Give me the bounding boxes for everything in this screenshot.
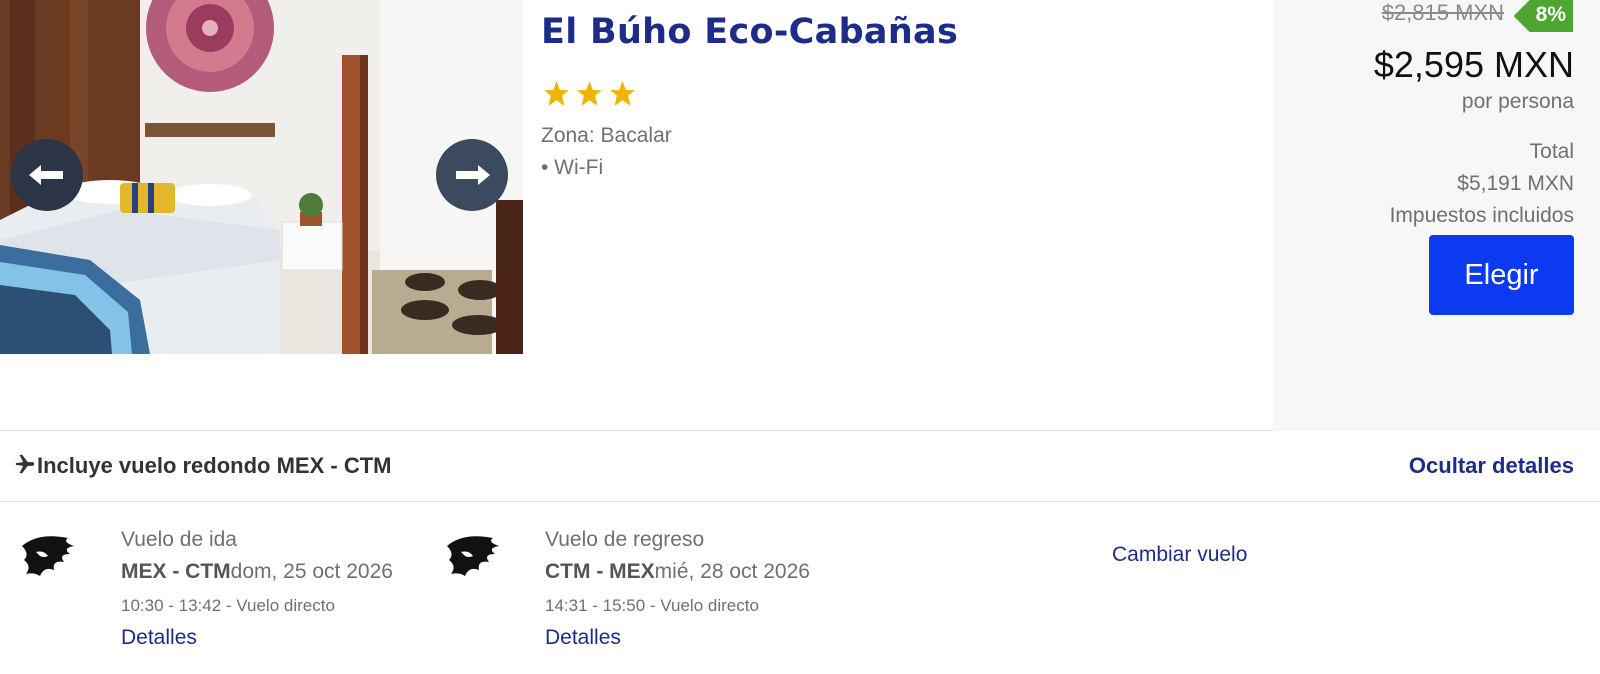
flight-details: Vuelo de ida MEX - CTMdom, 25 oct 2026 1… (0, 502, 1600, 674)
flight-summary-bar: Incluye vuelo redondo MEX - CTM Ocultar … (0, 431, 1600, 502)
return-route: CTM - MEX (545, 560, 655, 583)
change-flight-link[interactable]: Cambiar vuelo (1112, 543, 1247, 567)
original-price: $2,815 MXN (1381, 0, 1504, 25)
airline-logo-icon (447, 536, 499, 576)
gallery-next-button[interactable] (436, 139, 508, 211)
hide-details-link[interactable]: Ocultar detalles (1409, 453, 1574, 479)
outbound-times: 10:30 - 13:42 - Vuelo directo (121, 596, 335, 615)
flight-summary-title: Incluye vuelo redondo MEX - CTM (37, 453, 392, 478)
arrow-right-icon (456, 165, 490, 185)
price-panel: $2,815 MXN 8% $2,595 MXN por persona Tot… (1273, 0, 1600, 431)
star-icon (610, 81, 635, 106)
price-per-person: $2,595 MXN (1373, 44, 1574, 85)
amenity-wifi: • Wi-Fi (541, 156, 604, 179)
total-label: Total (1529, 140, 1574, 163)
arrow-left-icon (29, 165, 63, 185)
outbound-date: dom, 25 oct 2026 (230, 560, 393, 583)
outbound-label: Vuelo de ida (121, 528, 237, 551)
return-date: mié, 28 oct 2026 (654, 560, 810, 583)
star-icon (544, 81, 569, 106)
outbound-details-link[interactable]: Detalles (121, 626, 393, 650)
hotel-card: El Búho Eco-Cabañas Zona: Bacalar • Wi-F… (0, 0, 1600, 431)
hotel-photo-gallery[interactable] (0, 0, 523, 354)
return-times: 14:31 - 15:50 - Vuelo directo (545, 596, 759, 615)
outbound-route: MEX - CTM (121, 560, 231, 583)
hotel-name[interactable]: El Búho Eco-Cabañas (541, 12, 958, 52)
outbound-flight: Vuelo de ida MEX - CTMdom, 25 oct 2026 1… (121, 528, 393, 650)
airline-logo-icon (22, 536, 74, 576)
return-flight: Vuelo de regreso CTM - MEXmié, 28 oct 20… (545, 528, 810, 650)
return-details-link[interactable]: Detalles (545, 626, 810, 650)
return-label: Vuelo de regreso (545, 528, 705, 551)
star-icon (577, 81, 602, 106)
hotel-zone: Zona: Bacalar (541, 124, 672, 147)
discount-badge: 8% (1513, 0, 1573, 32)
hotel-star-rating (543, 80, 636, 107)
total-price: $5,191 MXN (1457, 172, 1574, 195)
outbound-route-date: MEX - CTMdom, 25 oct 2026 (121, 560, 393, 594)
return-route-date: CTM - MEXmié, 28 oct 2026 (545, 560, 810, 594)
choose-button[interactable]: Elegir (1429, 235, 1574, 315)
per-person-label: por persona (1461, 90, 1574, 113)
gallery-prev-button[interactable] (11, 139, 83, 211)
plane-icon (15, 454, 35, 474)
taxes-included-note: Impuestos incluidos (1389, 204, 1574, 227)
